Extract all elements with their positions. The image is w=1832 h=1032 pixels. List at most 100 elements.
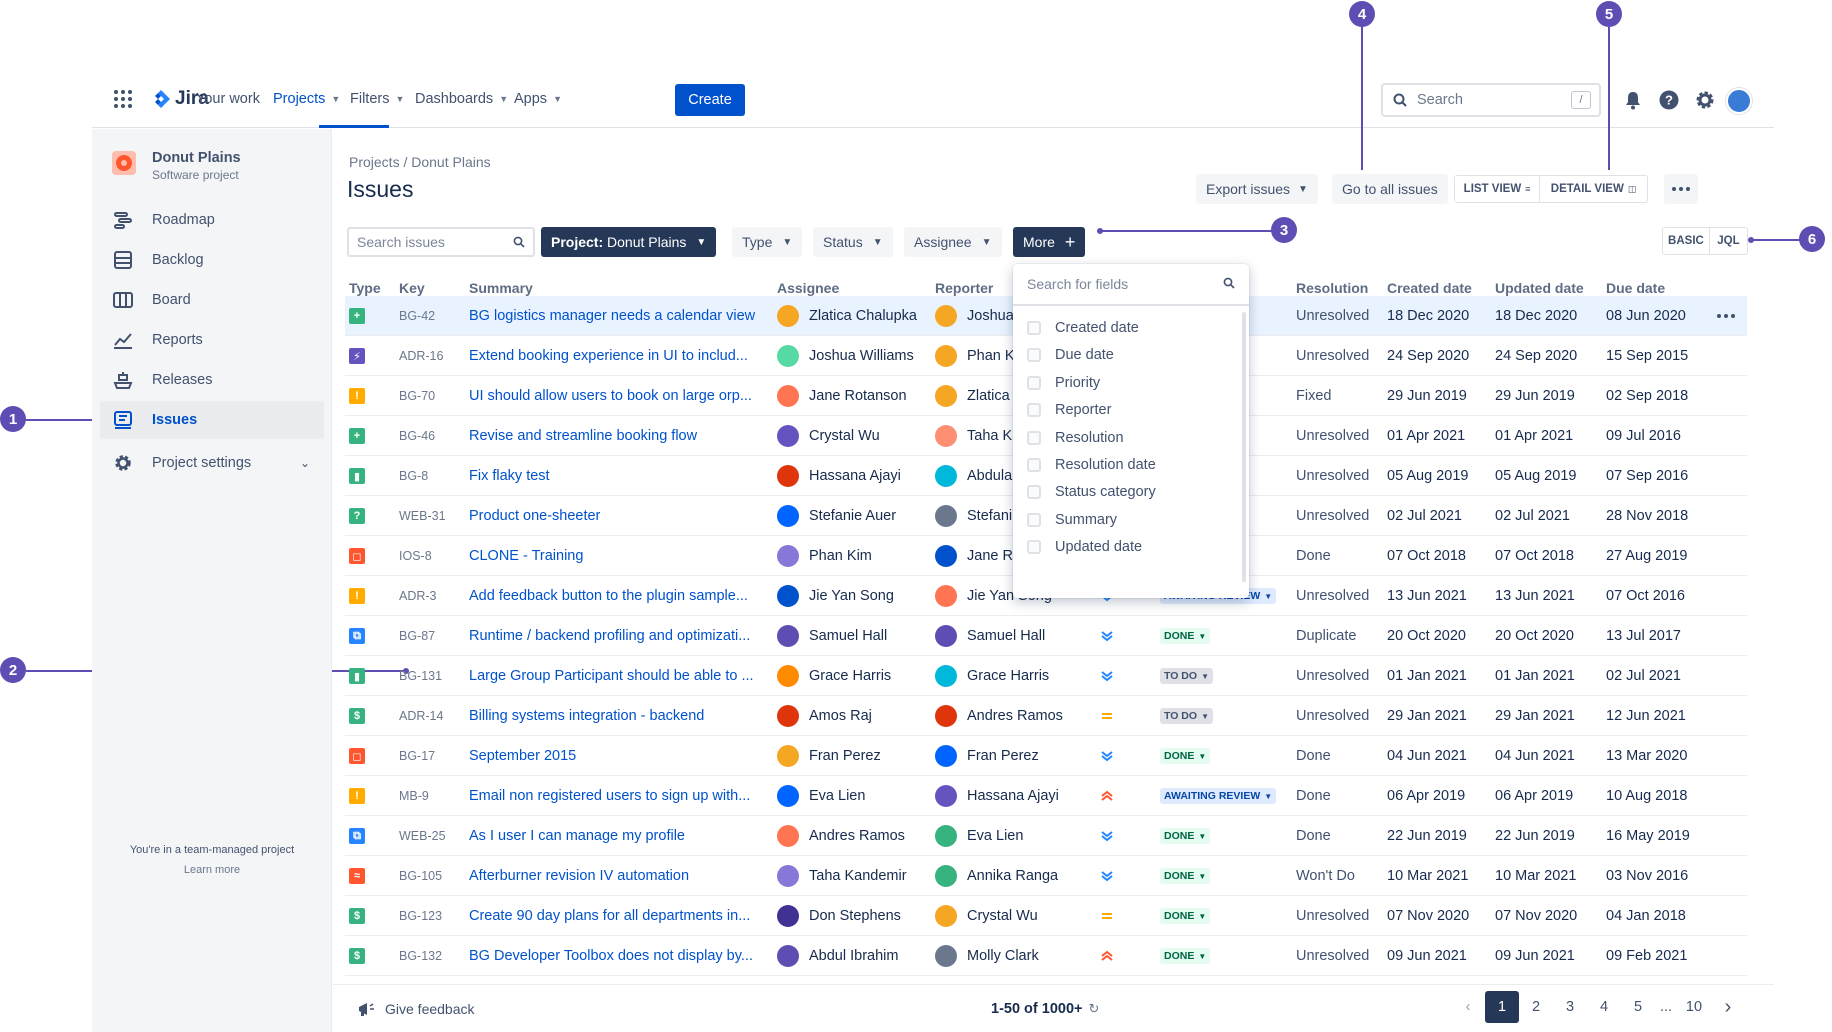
issue-summary-link[interactable]: BG logistics manager needs a calendar vi… [469, 296, 769, 336]
assignee-cell[interactable]: Don Stephens [777, 896, 927, 936]
assignee-cell[interactable]: Andres Ramos [777, 816, 927, 856]
assignee-cell[interactable]: Eva Lien [777, 776, 927, 816]
go-to-all-issues-button[interactable]: Go to all issues [1332, 174, 1448, 204]
issue-key[interactable]: BG-70 [399, 376, 435, 416]
issue-summary-link[interactable]: Revise and streamline booking flow [469, 416, 769, 456]
nav-your-work[interactable]: Your work [196, 91, 260, 107]
table-row[interactable]: $ BG-123 Create 90 day plans for all depar… [345, 896, 1747, 936]
reporter-cell[interactable]: Grace Harris [935, 656, 1085, 696]
priority-cell[interactable] [1100, 616, 1114, 656]
assignee-filter-button[interactable]: Assignee ▼ [904, 227, 1002, 257]
issue-key[interactable]: BG-105 [399, 856, 442, 896]
issue-summary-link[interactable]: CLONE - Training [469, 536, 769, 576]
issue-summary-link[interactable]: Email non registered users to sign up wi… [469, 776, 769, 816]
type-filter-button[interactable]: Type ▼ [732, 227, 803, 257]
help-icon[interactable]: ? [1658, 89, 1680, 111]
reporter-cell[interactable]: Crystal Wu [935, 896, 1085, 936]
assignee-cell[interactable]: Stefanie Auer [777, 496, 927, 536]
reporter-cell[interactable]: Hassana Ajayi [935, 776, 1085, 816]
detail-view-button[interactable]: DETAIL VIEW ◫ [1540, 176, 1647, 202]
priority-cell[interactable] [1100, 896, 1114, 936]
status-badge[interactable]: DONE ▼ [1160, 628, 1211, 644]
table-row[interactable]: ≈ BG-105 Afterburner revision IV automatio… [345, 856, 1747, 896]
field-option[interactable]: Reporter [1027, 400, 1111, 420]
jql-mode-button[interactable]: JQL [1710, 228, 1747, 254]
nav-apps[interactable]: Apps ▼ [514, 91, 562, 107]
status-badge[interactable]: AWAITING REVIEW▼ [1160, 788, 1277, 804]
reporter-cell[interactable]: Molly Clark [935, 936, 1085, 976]
status-badge[interactable]: DONE ▼ [1160, 828, 1211, 844]
search-issues-input[interactable]: Search issues [347, 227, 535, 257]
chevron-down-icon[interactable]: ⌄ [300, 456, 310, 470]
issue-summary-link[interactable]: Extend booking experience in UI to inclu… [469, 336, 769, 376]
issue-summary-link[interactable]: Product one-sheeter [469, 496, 769, 536]
assignee-cell[interactable]: Samuel Hall [777, 616, 927, 656]
status-badge[interactable]: DONE ▼ [1160, 748, 1211, 764]
field-option[interactable]: Status category [1027, 482, 1156, 502]
issue-key[interactable]: IOS-8 [399, 536, 432, 576]
issue-summary-link[interactable]: Create 90 day plans for all departments … [469, 896, 769, 936]
page-button[interactable]: 5 [1621, 991, 1655, 1023]
issue-key[interactable]: BG-8 [399, 456, 428, 496]
user-avatar[interactable] [1726, 88, 1752, 114]
reporter-cell[interactable]: Fran Perez [935, 736, 1085, 776]
page-button[interactable]: 4 [1587, 991, 1621, 1023]
list-view-button[interactable]: LIST VIEW ≡ [1455, 176, 1541, 202]
assignee-cell[interactable]: Crystal Wu [777, 416, 927, 456]
checkbox[interactable] [1027, 375, 1041, 390]
export-issues-button[interactable]: Export issues ▼ [1196, 174, 1318, 204]
assignee-cell[interactable]: Phan Kim [777, 536, 927, 576]
issue-key[interactable]: BG-132 [399, 936, 442, 976]
issue-summary-link[interactable]: Fix flaky test [469, 456, 769, 496]
issue-key[interactable]: ADR-3 [399, 576, 437, 616]
learn-more-link[interactable]: Learn more [92, 864, 332, 876]
issue-summary-link[interactable]: Large Group Participant should be able t… [469, 656, 769, 696]
reporter-cell[interactable]: Annika Ranga [935, 856, 1085, 896]
nav-filters[interactable]: Filters ▼ [350, 91, 404, 107]
issue-key[interactable]: ADR-16 [399, 336, 443, 376]
page-button[interactable]: 1 [1485, 991, 1519, 1023]
priority-cell[interactable] [1100, 656, 1114, 696]
issue-summary-link[interactable]: Billing systems integration - backend [469, 696, 769, 736]
basic-mode-button[interactable]: BASIC [1663, 228, 1710, 254]
status-badge[interactable]: DONE ▼ [1160, 948, 1211, 964]
sidebar-item-reports[interactable]: Reports [100, 321, 324, 359]
priority-cell[interactable] [1100, 856, 1114, 896]
field-option[interactable]: Priority [1027, 373, 1100, 393]
priority-cell[interactable] [1100, 776, 1114, 816]
row-actions-button[interactable] [1717, 314, 1735, 318]
create-button[interactable]: Create [675, 84, 745, 116]
issue-key[interactable]: MB-9 [399, 776, 429, 816]
status-filter-button[interactable]: Status ▼ [813, 227, 893, 257]
issue-summary-link[interactable]: Add feedback button to the plugin sample… [469, 576, 769, 616]
field-option[interactable]: Due date [1027, 345, 1114, 365]
reporter-cell[interactable]: Andres Ramos [935, 696, 1085, 736]
issue-key[interactable]: BG-42 [399, 296, 435, 336]
checkbox[interactable] [1027, 403, 1041, 418]
issue-key[interactable]: WEB-31 [399, 496, 446, 536]
search-fields-input[interactable]: Search for fields [1013, 264, 1249, 306]
field-option[interactable]: Resolution date [1027, 455, 1156, 475]
assignee-cell[interactable]: Jie Yan Song [777, 576, 927, 616]
status-badge[interactable]: TO DO ▼ [1160, 708, 1213, 724]
next-page-icon[interactable]: › [1711, 991, 1745, 1023]
table-row[interactable]: ⧉ BG-87 Runtime / backend profiling and op… [345, 616, 1747, 656]
table-row[interactable]: ! MB-9 Email non registered users to sign … [345, 776, 1747, 816]
app-switcher-icon[interactable] [114, 90, 132, 108]
refresh-icon[interactable]: ↻ [1089, 1001, 1100, 1017]
nav-dashboards[interactable]: Dashboards ▼ [415, 91, 508, 107]
priority-cell[interactable] [1100, 936, 1114, 976]
assignee-cell[interactable]: Joshua Williams [777, 336, 927, 376]
priority-cell[interactable] [1100, 736, 1114, 776]
checkbox[interactable] [1027, 458, 1041, 472]
page-button[interactable]: 2 [1519, 991, 1553, 1023]
page-button[interactable]: 10 [1677, 991, 1711, 1023]
checkbox[interactable] [1027, 512, 1041, 527]
assignee-cell[interactable]: Zlatica Chalupka [777, 296, 927, 336]
checkbox[interactable] [1027, 540, 1041, 555]
notifications-bell-icon[interactable] [1622, 89, 1644, 111]
issue-key[interactable]: ADR-14 [399, 696, 443, 736]
assignee-cell[interactable]: Fran Perez [777, 736, 927, 776]
table-row[interactable]: $ BG-132 BG Developer Toolbox does not dis… [345, 936, 1747, 976]
checkbox[interactable] [1027, 321, 1041, 335]
